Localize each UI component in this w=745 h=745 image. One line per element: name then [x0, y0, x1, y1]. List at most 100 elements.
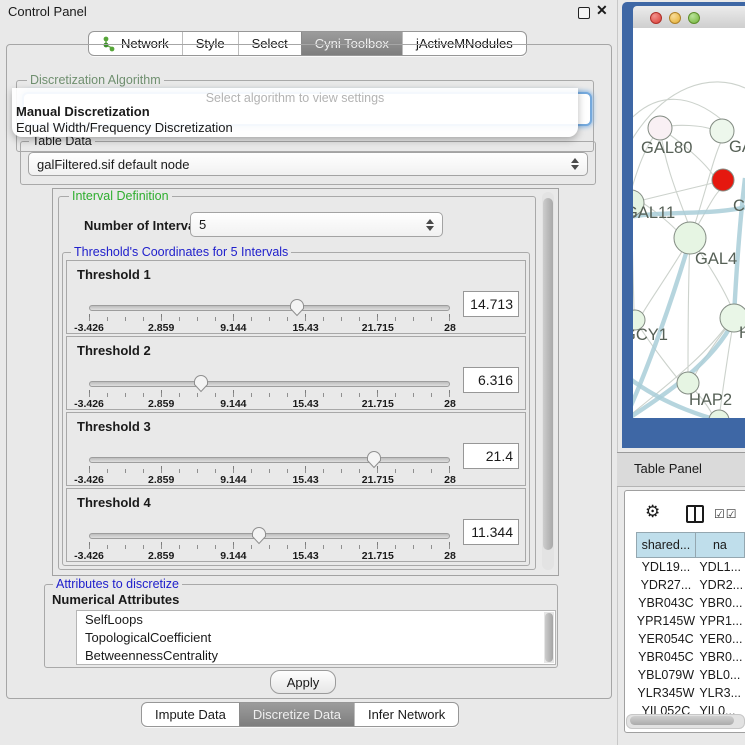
group-title: Threshold's Coordinates for 5 Intervals [71, 245, 291, 259]
attribute-items: SelfLoopsTopologicalCoefficientBetweenne… [77, 611, 555, 665]
list-item[interactable]: BetweennessCentrality [77, 647, 555, 665]
slider-tick-labels: -3.426 2.859 9.144 15.43 21.715 28 [89, 550, 450, 562]
numerical-attributes-list[interactable]: SelfLoopsTopologicalCoefficientBetweenne… [76, 610, 556, 665]
gear-icon[interactable]: ⚙ [645, 502, 660, 522]
node-label: GA [729, 138, 745, 156]
node-label: GAL80 [641, 139, 692, 157]
slider-track[interactable] [89, 305, 450, 311]
column-header-name[interactable]: na [695, 533, 744, 558]
close-traffic-light-icon[interactable] [650, 12, 662, 24]
threshold-value-field[interactable]: 11.344 [463, 519, 519, 545]
table-row[interactable]: YDR27...YDR2... [637, 576, 745, 594]
spinner-arrows-icon [571, 158, 579, 170]
control-panel: Control Panel ✕ Network Style Select Cyn… [0, 0, 618, 745]
vertical-scrollbar[interactable] [542, 192, 554, 570]
panel-title: Control Panel [8, 4, 87, 19]
horizontal-scrollbar[interactable] [626, 714, 745, 729]
scrollbar-thumb[interactable] [630, 716, 734, 725]
popup-option-equal-width[interactable]: Equal Width/Frequency Discretization [16, 120, 233, 135]
table-row[interactable]: YDL19...YDL1... [637, 558, 745, 577]
slider-tick-labels: -3.426 2.859 9.144 15.43 21.715 28 [89, 474, 450, 486]
group-title: Interval Definition [69, 189, 172, 203]
node-table-body: YDL19...YDL1...YDR27...YDR2...YBR043CYBR… [637, 558, 745, 721]
threshold-box: Threshold 3 -3.426 2.859 9.144 15.43 [66, 412, 526, 486]
threshold-box: Threshold 1 -3.426 2.859 9.144 15.43 [66, 260, 526, 334]
slider-thumb[interactable] [193, 374, 209, 393]
slider-track[interactable] [89, 457, 450, 463]
slider-tick-labels: -3.426 2.859 9.144 15.43 21.715 28 [89, 322, 450, 334]
slider-tick-labels: -3.426 2.859 9.144 15.43 21.715 28 [89, 398, 450, 410]
threshold-slider[interactable]: -3.426 2.859 9.144 15.43 21.715 28 [89, 373, 450, 407]
threshold-label: Threshold 1 [77, 267, 151, 282]
table-row[interactable]: YPR145WYPR1... [637, 612, 745, 630]
list-item[interactable]: SelfLoops [77, 611, 555, 629]
list-item[interactable]: TopologicalCoefficient [77, 629, 555, 647]
network-svg: GAL80 GA C GAL11 GAL4 GCY1 H HAP2 [633, 28, 745, 418]
table-data-combo[interactable]: galFiltered.sif default node [28, 152, 588, 176]
threshold-box: Threshold 4 -3.426 2.859 9.144 15.43 [66, 488, 526, 562]
slider-track[interactable] [89, 533, 450, 539]
algorithm-dropdown-popup: Select algorithm to view settings Manual… [12, 88, 578, 137]
slider-minor-ticks [89, 469, 450, 473]
minimize-traffic-light-icon[interactable] [669, 12, 681, 24]
zoom-traffic-light-icon[interactable] [688, 12, 700, 24]
close-icon[interactable]: ✕ [596, 2, 608, 19]
slider-minor-ticks [89, 545, 450, 549]
slider-thumb[interactable] [366, 450, 382, 469]
app-root: Control Panel ✕ Network Style Select Cyn… [0, 0, 745, 745]
list-scrollbar[interactable] [544, 612, 554, 663]
network-node[interactable] [648, 116, 672, 140]
network-node[interactable] [712, 169, 734, 191]
node-label: GAL4 [695, 250, 737, 268]
bottom-tab-bar: Impute Data Discretize Data Infer Networ… [141, 702, 459, 727]
node-label: HAP2 [689, 391, 732, 409]
slider-thumb[interactable] [289, 298, 305, 317]
threshold-value-field[interactable]: 21.4 [463, 443, 519, 469]
node-attribute-table: shared... na YDL19...YDL1...YDR27...YDR2… [636, 532, 745, 720]
threshold-value-field[interactable]: 14.713 [463, 291, 519, 317]
slider-minor-ticks [89, 393, 450, 397]
combo-value: galFiltered.sif default node [37, 157, 189, 172]
threshold-label: Threshold 4 [77, 495, 151, 510]
network-node[interactable] [709, 410, 729, 418]
number-of-intervals-combo[interactable]: 5 [190, 212, 443, 237]
threshold-slider[interactable]: -3.426 2.859 9.144 15.43 21.715 28 [89, 297, 450, 331]
table-row[interactable]: YBR045CYBR0... [637, 648, 745, 666]
tab-infer-network[interactable]: Infer Network [354, 703, 458, 726]
numerical-attributes-label: Numerical Attributes [52, 592, 179, 607]
threshold-slider[interactable]: -3.426 2.859 9.144 15.43 21.715 28 [89, 449, 450, 483]
column-header-shared[interactable]: shared... [637, 533, 696, 558]
slider-track[interactable] [89, 381, 450, 387]
tab-impute-data[interactable]: Impute Data [142, 703, 239, 726]
threshold-label: Threshold 2 [77, 343, 151, 358]
table-row[interactable]: YLR345WYLR3... [637, 684, 745, 702]
split-columns-icon[interactable] [686, 505, 704, 523]
popup-option-manual[interactable]: Manual Discretization [16, 104, 150, 119]
threshold-value-field[interactable]: 6.316 [463, 367, 519, 393]
tab-discretize-data[interactable]: Discretize Data [239, 703, 354, 726]
slider-thumb[interactable] [251, 526, 267, 545]
group-title: Attributes to discretize [53, 577, 182, 591]
node-label: H [739, 324, 745, 342]
threshold-slider[interactable]: -3.426 2.859 9.144 15.43 21.715 28 [89, 525, 450, 559]
network-canvas[interactable]: GAL80 GA C GAL11 GAL4 GCY1 H HAP2 [633, 28, 745, 418]
threshold-label: Threshold 3 [77, 419, 151, 434]
spinner-arrows-icon [426, 219, 434, 231]
node-label: GCY1 [633, 326, 668, 344]
node-label: C [733, 197, 745, 215]
float-window-button[interactable] [578, 7, 590, 19]
threshold-box: Threshold 2 -3.426 2.859 9.144 15.43 [66, 336, 526, 410]
popup-hint: Select algorithm to view settings [12, 91, 578, 105]
combo-value: 5 [199, 217, 206, 232]
group-title: Discretization Algorithm [27, 73, 164, 87]
table-row[interactable]: YBL079WYBL0... [637, 666, 745, 684]
table-row[interactable]: YBR043CYBR0... [637, 594, 745, 612]
number-of-intervals-label: Number of Intervals [84, 218, 206, 233]
table-row[interactable]: YER054CYER0... [637, 630, 745, 648]
column-checkbox-icons[interactable]: ☑☑ [714, 505, 738, 523]
scrollbar-thumb[interactable] [543, 198, 553, 550]
scrollbar-thumb[interactable] [545, 613, 553, 662]
apply-button[interactable]: Apply [270, 670, 336, 694]
table-panel-title: Table Panel [634, 461, 702, 476]
node-label: GAL11 [633, 204, 675, 222]
